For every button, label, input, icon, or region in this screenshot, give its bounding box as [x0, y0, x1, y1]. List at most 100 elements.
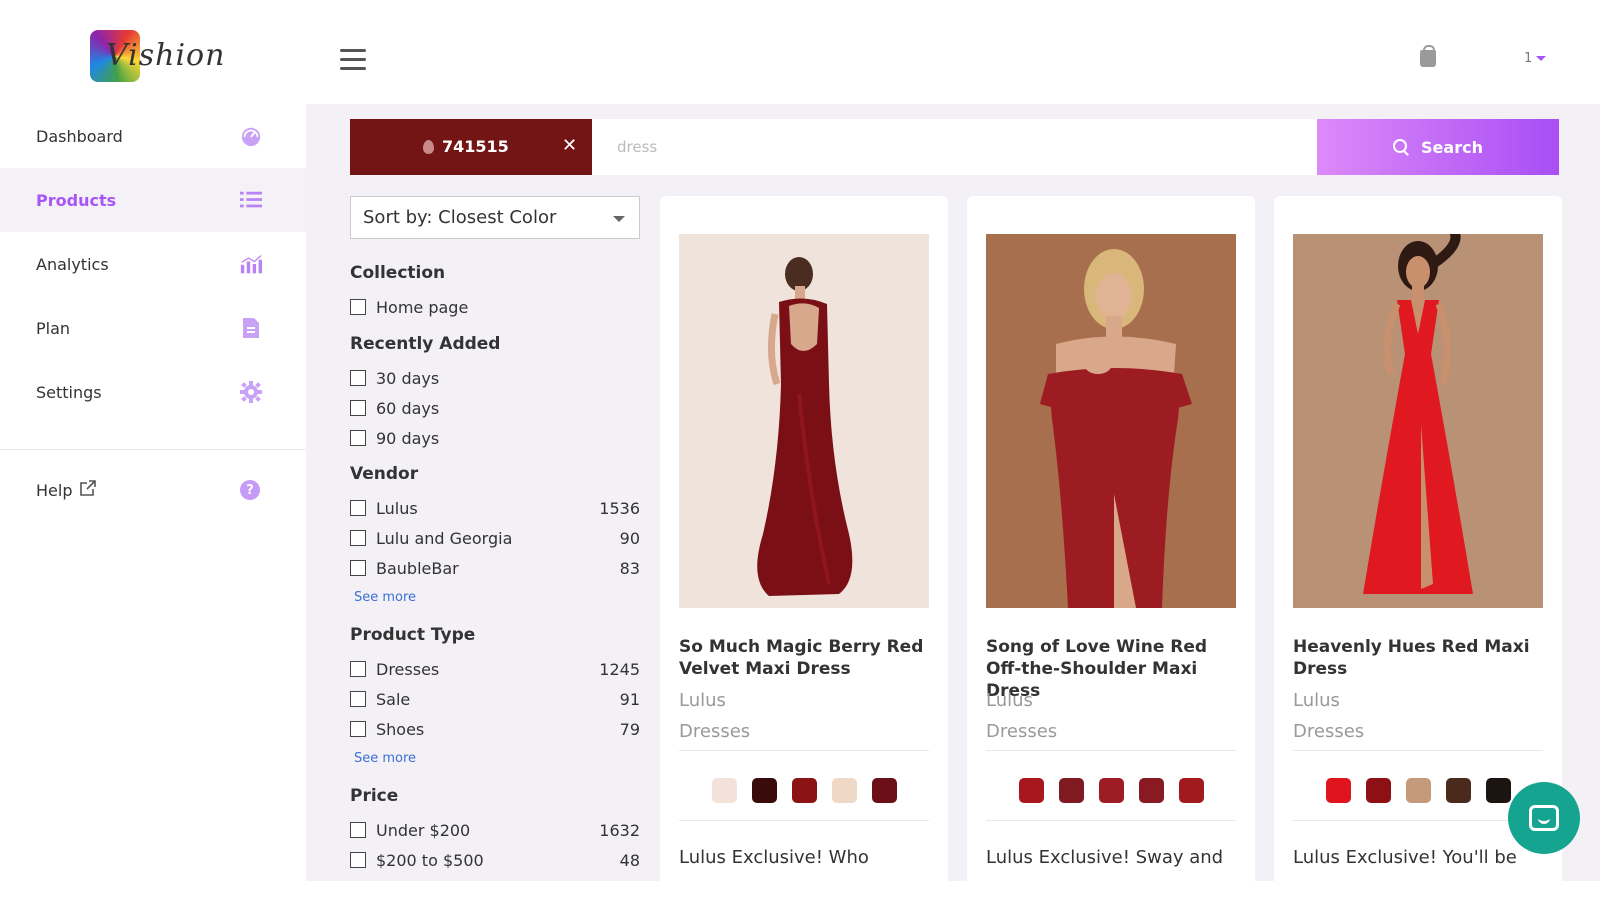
product-vendor: Lulus: [1293, 690, 1340, 711]
chevron-down-icon: [1536, 56, 1547, 61]
product-title[interactable]: So Much Magic Berry Red Velvet Maxi Dres…: [679, 636, 929, 680]
filter-option-count: 90: [619, 528, 640, 548]
filter-option-label: 30 days: [376, 368, 440, 388]
color-swatch[interactable]: [1138, 778, 1164, 803]
checkbox[interactable]: [350, 661, 366, 677]
filter-option-count: 91: [619, 689, 640, 709]
checkbox[interactable]: [350, 400, 366, 416]
filter-option[interactable]: Under $200 1632: [350, 819, 640, 841]
color-filter-chip[interactable]: 741515 ✕: [350, 119, 592, 175]
sidebar-divider: [0, 449, 306, 450]
color-swatch[interactable]: [1365, 778, 1391, 803]
checkbox[interactable]: [350, 370, 366, 386]
checkbox[interactable]: [350, 430, 366, 446]
filter-option-count: 79: [619, 719, 640, 739]
filter-option-label: $200 to $500: [376, 850, 484, 870]
sidebar-item-label: Analytics: [36, 254, 109, 274]
sidebar-item-label: Products: [36, 190, 117, 210]
filter-heading-price: Price: [350, 786, 399, 806]
chat-button[interactable]: [1508, 782, 1580, 854]
sidebar-item-label: Help: [36, 480, 73, 500]
sort-select-value: Sort by: Closest Color: [363, 207, 557, 228]
checkbox[interactable]: [350, 721, 366, 737]
checkbox[interactable]: [350, 691, 366, 707]
filter-heading-recently-added: Recently Added: [350, 334, 501, 354]
color-swatch[interactable]: [1485, 778, 1511, 803]
product-title[interactable]: Heavenly Hues Red Maxi Dress: [1293, 636, 1543, 680]
sidebar-item-dashboard[interactable]: Dashboard: [0, 104, 306, 168]
checkbox[interactable]: [350, 822, 366, 838]
checkbox[interactable]: [350, 560, 366, 576]
see-more-product-type-link[interactable]: See more: [354, 751, 416, 766]
filter-option-label: 90 days: [376, 428, 440, 448]
product-card[interactable]: So Much Magic Berry Red Velvet Maxi Dres…: [660, 196, 948, 881]
filter-option[interactable]: 30 days: [350, 367, 640, 389]
color-swatch[interactable]: [1445, 778, 1471, 803]
color-swatch[interactable]: [1058, 778, 1084, 803]
filter-option[interactable]: 60 days: [350, 397, 640, 419]
divider: [1293, 820, 1543, 821]
filter-option[interactable]: Sale 91: [350, 688, 640, 710]
color-swatch[interactable]: [871, 778, 897, 803]
color-swatch[interactable]: [791, 778, 817, 803]
product-card[interactable]: Song of Love Wine Red Off-the-Shoulder M…: [967, 196, 1255, 881]
menu-icon[interactable]: [340, 49, 368, 73]
color-chip-value: 741515: [442, 137, 509, 156]
sidebar-item-help[interactable]: Help ?: [0, 458, 306, 522]
sidebar-item-analytics[interactable]: Analytics: [0, 232, 306, 296]
filter-option[interactable]: $200 to $500 48: [350, 849, 640, 871]
product-description: Lulus Exclusive! Sway and: [986, 847, 1224, 868]
color-swatch[interactable]: [1405, 778, 1431, 803]
question-icon: ?: [240, 480, 260, 500]
bottom-strip: [0, 881, 1600, 900]
see-more-vendor-link[interactable]: See more: [354, 590, 416, 605]
search-button-label: Search: [1421, 137, 1483, 157]
color-swatch[interactable]: [1178, 778, 1204, 803]
filter-option[interactable]: Home page: [350, 296, 640, 318]
checkbox[interactable]: [350, 530, 366, 546]
color-swatch[interactable]: [831, 778, 857, 803]
sidebar-item-label: Settings: [36, 382, 102, 402]
checkbox[interactable]: [350, 500, 366, 516]
color-swatch[interactable]: [1018, 778, 1044, 803]
filter-option[interactable]: Lulu and Georgia 90: [350, 527, 640, 549]
checkbox[interactable]: [350, 852, 366, 868]
divider: [986, 820, 1236, 821]
user-menu[interactable]: 1: [1524, 51, 1547, 66]
color-swatch[interactable]: [751, 778, 777, 803]
filter-option[interactable]: Dresses 1245: [350, 658, 640, 680]
product-description: Lulus Exclusive! You'll be: [1293, 847, 1517, 868]
product-type: Dresses: [986, 721, 1058, 742]
vishion-logo[interactable]: Vishion: [88, 30, 224, 84]
sidebar-item-products[interactable]: Products: [0, 168, 306, 232]
color-swatch[interactable]: [1098, 778, 1124, 803]
sort-select[interactable]: Sort by: Closest Color: [350, 196, 640, 239]
search-button[interactable]: Search: [1317, 119, 1559, 175]
filter-heading-vendor: Vendor: [350, 464, 419, 484]
color-swatch[interactable]: [1325, 778, 1351, 803]
filter-option[interactable]: 90 days: [350, 427, 640, 449]
divider: [986, 750, 1236, 751]
filter-option-count: 48: [619, 850, 640, 870]
close-icon[interactable]: ✕: [562, 135, 577, 156]
product-card[interactable]: Heavenly Hues Red Maxi Dress Lulus Dress…: [1274, 196, 1562, 881]
external-link-icon: [80, 480, 97, 500]
sidebar-item-settings[interactable]: Settings: [0, 360, 306, 424]
color-swatch[interactable]: [711, 778, 737, 803]
product-image[interactable]: [986, 234, 1236, 608]
product-image[interactable]: [679, 234, 929, 608]
filter-option[interactable]: Shoes 79: [350, 718, 640, 740]
filter-option-label: Home page: [376, 297, 469, 317]
filter-option[interactable]: BaubleBar 83: [350, 557, 640, 579]
search-input[interactable]: [592, 119, 1317, 175]
filter-option[interactable]: Lulus 1536: [350, 497, 640, 519]
product-type: Dresses: [1293, 721, 1365, 742]
list-icon: [240, 189, 262, 211]
filter-option-count: 1536: [599, 498, 640, 518]
shopping-bag-icon[interactable]: [1420, 45, 1436, 67]
product-image[interactable]: [1293, 234, 1543, 608]
sidebar-item-plan[interactable]: Plan: [0, 296, 306, 360]
filter-option-count: 1245: [599, 659, 640, 679]
divider: [679, 820, 929, 821]
checkbox[interactable]: [350, 299, 366, 315]
